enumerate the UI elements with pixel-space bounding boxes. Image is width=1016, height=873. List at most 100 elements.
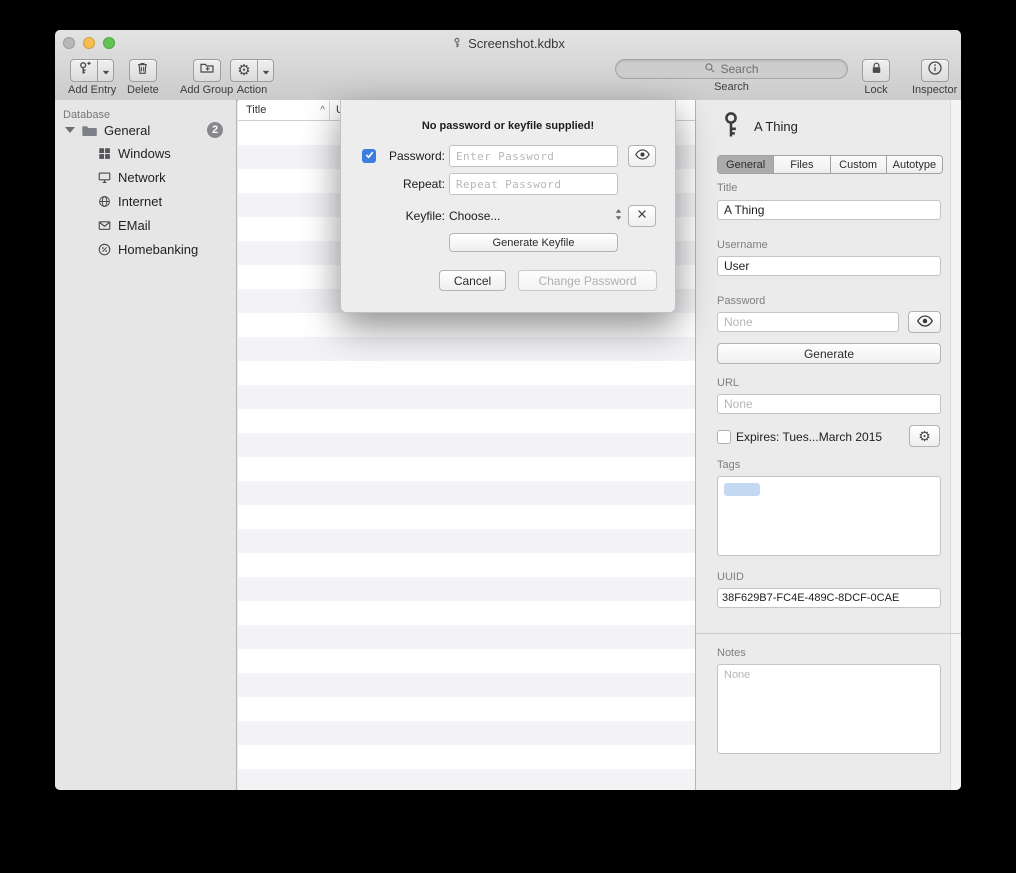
lock-button[interactable]	[862, 59, 890, 82]
uuid-field[interactable]	[717, 588, 941, 608]
table-row	[238, 505, 695, 529]
generate-label: Generate	[804, 347, 854, 361]
sidebar-item-network[interactable]: Network	[55, 165, 236, 189]
close-button[interactable]	[63, 37, 75, 49]
table-row	[238, 385, 695, 409]
clear-keyfile-button[interactable]	[628, 205, 656, 227]
titlebar[interactable]: Screenshot.kdbx	[55, 30, 961, 56]
notes-field[interactable]	[717, 664, 941, 754]
table-row	[238, 769, 695, 790]
username-label: Username	[717, 239, 768, 251]
sidebar-item-label: Homebanking	[118, 242, 198, 257]
tag-chip[interactable]	[724, 483, 760, 496]
gear-icon: ⚙	[918, 429, 931, 443]
table-row	[238, 673, 695, 697]
eye-icon	[916, 315, 934, 330]
action-dropdown-button[interactable]	[258, 59, 274, 82]
inspector-divider	[696, 633, 961, 634]
generate-password-button[interactable]: Generate	[717, 343, 941, 364]
expires-settings-button[interactable]: ⚙	[909, 425, 940, 447]
sidebar-header: Database	[55, 100, 236, 119]
chevron-down-icon	[102, 62, 110, 80]
username-field[interactable]	[717, 256, 941, 276]
tab-general[interactable]: General	[718, 156, 774, 173]
password-checkbox[interactable]	[362, 149, 376, 163]
sidebar-group-label: General	[104, 123, 150, 138]
toolbar-item-inspector: Inspector	[912, 59, 957, 96]
dialog-show-password-button[interactable]	[628, 145, 656, 167]
cancel-button[interactable]: Cancel	[439, 270, 506, 291]
sidebar-item-email[interactable]: EMail	[55, 213, 236, 237]
password-label: Password	[717, 295, 765, 307]
entry-title: A Thing	[754, 119, 798, 134]
dialog-password-input[interactable]	[449, 145, 618, 167]
eye-icon	[634, 147, 651, 165]
add-group-button[interactable]	[193, 59, 221, 82]
globe-icon	[97, 194, 112, 209]
keyfile-popup[interactable]: Choose...	[449, 205, 623, 227]
change-password-button[interactable]: Change Password	[518, 270, 657, 291]
change-password-dialog: No password or keyfile supplied! Passwor…	[340, 100, 676, 313]
stepper-icon	[614, 207, 623, 225]
sidebar-item-label: EMail	[118, 218, 151, 233]
tags-field[interactable]	[717, 476, 941, 556]
uuid-label: UUID	[717, 571, 744, 583]
table-row	[238, 361, 695, 385]
table-row	[238, 481, 695, 505]
sidebar-item-internet[interactable]: Internet	[55, 189, 236, 213]
dialog-message: No password or keyfile supplied!	[341, 120, 675, 132]
add-entry-button[interactable]	[70, 59, 98, 82]
add-entry-dropdown-button[interactable]	[98, 59, 114, 82]
url-field[interactable]	[717, 394, 941, 414]
lock-icon	[869, 60, 884, 81]
minimize-button[interactable]	[83, 37, 95, 49]
sidebar-group-general[interactable]: General 2	[55, 119, 236, 141]
show-password-button[interactable]	[908, 311, 941, 333]
table-row	[238, 409, 695, 433]
sidebar-item-windows[interactable]: Windows	[55, 141, 236, 165]
action-button[interactable]: ⚙	[230, 59, 258, 82]
close-x-icon	[636, 207, 648, 225]
expires-row: Expires: Tues...March 2015	[717, 430, 882, 444]
check-icon	[364, 147, 375, 165]
folder-plus-icon	[199, 60, 215, 81]
chevron-down-icon	[262, 62, 270, 80]
search-placeholder: Search	[720, 62, 758, 76]
tab-custom[interactable]: Custom	[831, 156, 887, 173]
title-field[interactable]	[717, 200, 941, 220]
entry-count-badge: 2	[207, 122, 223, 138]
inspector-scrollbar[interactable]	[950, 100, 961, 790]
table-row	[238, 553, 695, 577]
sidebar-item-homebanking[interactable]: Homebanking	[55, 237, 236, 261]
search-icon	[704, 62, 716, 77]
lock-label: Lock	[864, 84, 887, 96]
toolbar-item-action: ⚙ Action	[230, 59, 274, 96]
tab-files[interactable]: Files	[774, 156, 830, 173]
notes-label: Notes	[717, 647, 746, 659]
window-chrome: Screenshot.kdbx	[55, 30, 961, 101]
search-input[interactable]: Search	[615, 59, 848, 79]
dialog-repeat-input[interactable]	[449, 173, 618, 195]
document-key-icon	[451, 37, 463, 49]
toolbar-item-delete: Delete	[127, 59, 159, 96]
envelope-icon	[97, 218, 112, 233]
table-row	[238, 577, 695, 601]
toolbar-item-lock: Lock	[862, 59, 890, 96]
password-field[interactable]	[717, 312, 899, 332]
generate-keyfile-button[interactable]: Generate Keyfile	[449, 233, 618, 252]
inspector-tabs: General Files Custom Autotype	[717, 155, 943, 174]
zoom-button[interactable]	[103, 37, 115, 49]
sidebar-item-label: Windows	[118, 146, 171, 161]
table-row	[238, 433, 695, 457]
windows-icon	[97, 146, 112, 161]
tab-autotype[interactable]: Autotype	[887, 156, 942, 173]
column-header-title[interactable]: Title ^	[238, 100, 330, 120]
delete-button[interactable]	[129, 59, 157, 82]
disclosure-triangle-icon[interactable]	[65, 127, 75, 133]
table-row	[238, 337, 695, 361]
expires-checkbox[interactable]	[717, 430, 731, 444]
inspector-label: Inspector	[912, 84, 957, 96]
url-label: URL	[717, 377, 739, 389]
table-row	[238, 745, 695, 769]
inspector-button[interactable]	[921, 59, 949, 82]
